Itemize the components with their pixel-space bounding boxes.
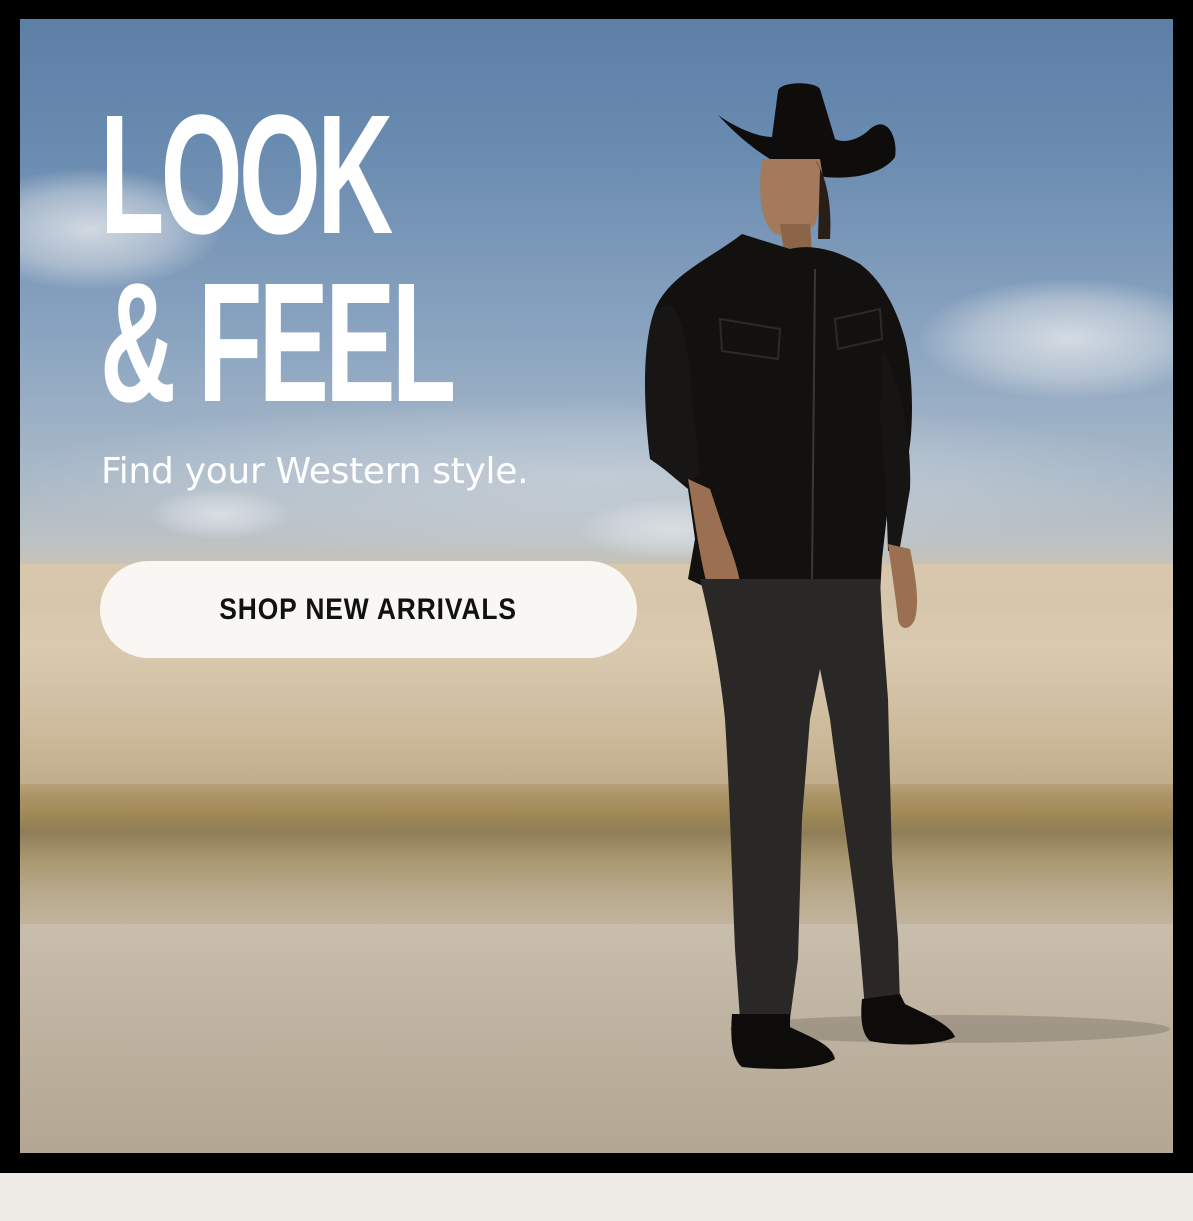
hero-headline: LOOK & FEEL: [100, 80, 456, 438]
headline-line-2: & FEEL: [100, 248, 456, 438]
headline-line-1: LOOK: [100, 80, 393, 270]
shop-new-arrivals-button[interactable]: SHOP NEW ARRIVALS: [100, 561, 637, 658]
page-bottom-strip: [0, 1173, 1193, 1221]
hero-subhead: Find your Western style.: [101, 451, 529, 492]
hero-banner[interactable]: LOOK & FEEL Find your Western style. SHO…: [20, 19, 1173, 1153]
hero-frame: LOOK & FEEL Find your Western style. SHO…: [0, 0, 1193, 1173]
shop-new-arrivals-label: SHOP NEW ARRIVALS: [219, 592, 518, 626]
